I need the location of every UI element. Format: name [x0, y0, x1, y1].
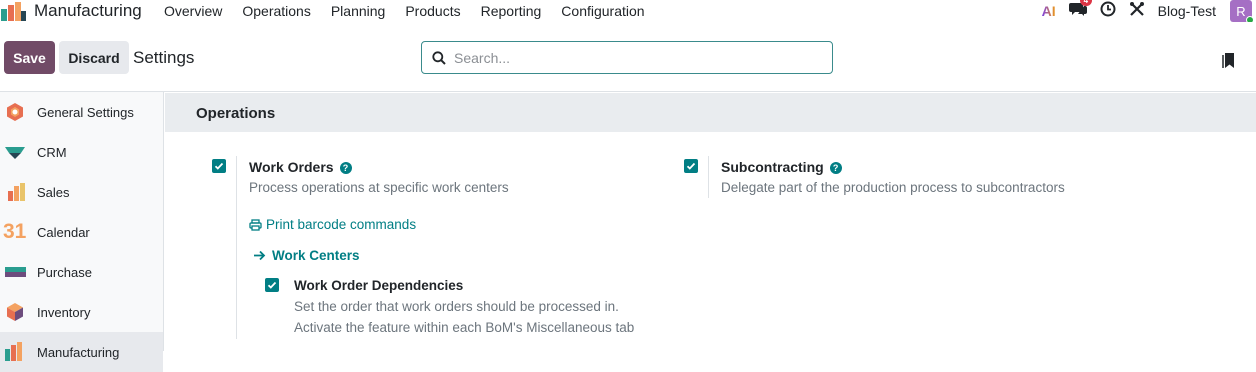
bookmark-icon[interactable] [1222, 52, 1236, 69]
sidebar-item-manufacturing[interactable]: Manufacturing [0, 332, 163, 372]
work-order-dependencies-checkbox[interactable] [265, 278, 279, 292]
work-orders-checkbox[interactable] [212, 159, 226, 173]
search-input[interactable] [454, 49, 814, 66]
activity-clock-icon[interactable] [1100, 1, 1116, 22]
menu-planning[interactable]: Planning [331, 3, 386, 19]
subcontracting-checkbox[interactable] [684, 159, 698, 173]
work-centers-label: Work Centers [272, 248, 360, 263]
work-orders-title: Work Orders? [249, 159, 352, 175]
inventory-icon [7, 303, 23, 321]
calendar-icon: 31 [3, 220, 27, 243]
menu-configuration[interactable]: Configuration [561, 3, 644, 19]
checkmark-icon [214, 162, 224, 170]
setting-divider [236, 156, 237, 339]
avatar-letter: R [1236, 3, 1246, 19]
sidebar-item-label: General Settings [37, 104, 134, 120]
printer-icon [249, 218, 262, 231]
tools-icon[interactable] [1129, 1, 1145, 22]
top-navbar: Manufacturing Overview Operations Planni… [0, 0, 1256, 24]
main-menu: Overview Operations Planning Products Re… [164, 0, 665, 22]
settings-sidebar: General Settings CRM Sales 31 Calendar P… [0, 92, 164, 372]
subcontracting-description: Delegate part of the production process … [721, 180, 1065, 195]
print-barcode-link[interactable]: Print barcode commands [249, 217, 416, 232]
sales-icon [8, 183, 25, 201]
sidebar-item-calendar[interactable]: 31 Calendar [0, 212, 163, 252]
manufacturing-icon [5, 342, 22, 361]
work-orders-description: Process operations at specific work cent… [249, 180, 509, 195]
page-title: Settings [133, 48, 195, 67]
checkmark-icon [267, 281, 277, 289]
menu-overview[interactable]: Overview [164, 3, 222, 19]
work-centers-link[interactable]: Work Centers [253, 248, 360, 263]
setting-divider [708, 156, 709, 198]
search-bar[interactable] [421, 41, 833, 74]
manufacturing-app-icon [1, 2, 26, 21]
sidebar-item-label: Purchase [37, 264, 92, 280]
menu-products[interactable]: Products [405, 3, 460, 19]
help-icon[interactable]: ? [339, 162, 352, 174]
purchase-icon [5, 267, 26, 277]
section-header: Operations [165, 93, 1256, 132]
sidebar-item-label: CRM [37, 144, 67, 160]
user-avatar[interactable]: R [1230, 0, 1254, 24]
print-barcode-label: Print barcode commands [266, 217, 417, 232]
search-icon [432, 50, 446, 65]
messages-icon[interactable]: 4 [1068, 0, 1093, 22]
discard-button[interactable]: Discard [59, 41, 129, 74]
work-order-dependencies-title: Work Order Dependencies [294, 278, 464, 293]
work-order-dependencies-description: Set the order that work orders should be… [294, 299, 619, 314]
crm-icon [5, 147, 25, 159]
menu-reporting[interactable]: Reporting [481, 3, 542, 19]
save-button[interactable]: Save [4, 41, 55, 74]
messages-badge: 4 [1079, 0, 1093, 6]
subcontracting-title: Subcontracting? [721, 159, 842, 175]
sidebar-item-inventory[interactable]: Inventory [0, 292, 163, 332]
arrow-right-icon [254, 250, 266, 261]
sidebar-item-purchase[interactable]: Purchase [0, 252, 163, 292]
control-panel: Save Discard Settings [0, 22, 1256, 92]
app-name: Manufacturing [34, 1, 142, 20]
systray: AI 4 Blog-Test R [1042, 0, 1256, 24]
section-title: Operations [196, 105, 276, 122]
app-brand[interactable]: Manufacturing [0, 0, 142, 22]
sidebar-item-label: Calendar [37, 224, 90, 240]
sidebar-item-label: Sales [37, 184, 70, 200]
work-order-dependencies-hint: Activate the feature within each BoM's M… [294, 320, 635, 335]
work-orders-title-text: Work Orders [249, 159, 334, 175]
checkmark-icon [686, 162, 696, 170]
sidebar-item-label: Manufacturing [37, 344, 120, 360]
sidebar-item-crm[interactable]: CRM [0, 132, 163, 172]
help-icon[interactable]: ? [829, 162, 842, 174]
general-settings-icon [7, 103, 23, 121]
company-switcher[interactable]: Blog-Test [1158, 3, 1216, 19]
sidebar-item-general-settings[interactable]: General Settings [0, 92, 163, 132]
ai-icon[interactable]: AI [1042, 3, 1056, 19]
subcontracting-title-text: Subcontracting [721, 159, 824, 175]
menu-operations[interactable]: Operations [242, 3, 310, 19]
sidebar-item-label: Inventory [37, 304, 91, 320]
sidebar-item-sales[interactable]: Sales [0, 172, 163, 212]
